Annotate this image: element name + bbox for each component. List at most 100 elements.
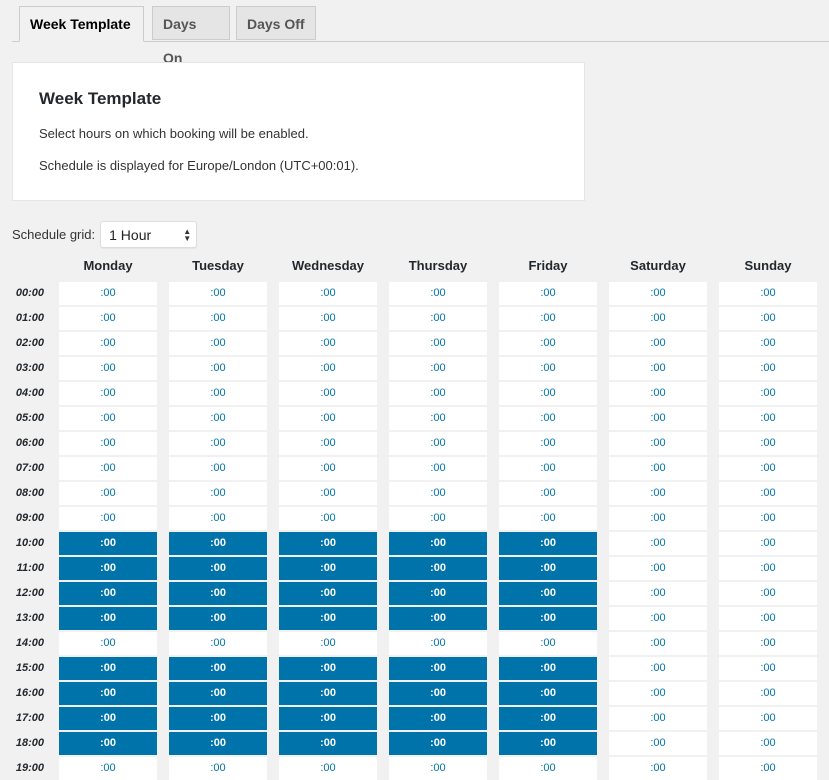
- hour-cell[interactable]: :00: [59, 682, 157, 705]
- hour-cell[interactable]: :00: [719, 482, 817, 505]
- hour-cell[interactable]: :00: [389, 532, 487, 555]
- hour-cell[interactable]: :00: [719, 557, 817, 580]
- tab-days-on[interactable]: Days On: [152, 6, 230, 66]
- hour-cell[interactable]: :00: [499, 632, 597, 655]
- hour-cell[interactable]: :00: [279, 532, 377, 555]
- hour-cell[interactable]: :00: [59, 482, 157, 505]
- hour-cell[interactable]: :00: [279, 657, 377, 680]
- hour-cell[interactable]: :00: [389, 407, 487, 430]
- hour-cell[interactable]: :00: [169, 557, 267, 580]
- hour-cell[interactable]: :00: [169, 657, 267, 680]
- hour-cell[interactable]: :00: [609, 282, 707, 305]
- hour-cell[interactable]: :00: [499, 307, 597, 330]
- hour-cell[interactable]: :00: [279, 632, 377, 655]
- hour-cell[interactable]: :00: [59, 507, 157, 530]
- hour-cell[interactable]: :00: [389, 457, 487, 480]
- hour-cell[interactable]: :00: [499, 757, 597, 780]
- hour-cell[interactable]: :00: [719, 432, 817, 455]
- hour-cell[interactable]: :00: [719, 382, 817, 405]
- hour-cell[interactable]: :00: [499, 482, 597, 505]
- hour-cell[interactable]: :00: [279, 757, 377, 780]
- hour-cell[interactable]: :00: [169, 607, 267, 630]
- hour-cell[interactable]: :00: [169, 282, 267, 305]
- hour-cell[interactable]: :00: [279, 432, 377, 455]
- hour-cell[interactable]: :00: [609, 507, 707, 530]
- hour-cell[interactable]: :00: [499, 382, 597, 405]
- hour-cell[interactable]: :00: [169, 482, 267, 505]
- hour-cell[interactable]: :00: [719, 307, 817, 330]
- hour-cell[interactable]: :00: [279, 607, 377, 630]
- hour-cell[interactable]: :00: [389, 507, 487, 530]
- hour-cell[interactable]: :00: [389, 432, 487, 455]
- hour-cell[interactable]: :00: [499, 532, 597, 555]
- hour-cell[interactable]: :00: [719, 682, 817, 705]
- hour-cell[interactable]: :00: [389, 707, 487, 730]
- hour-cell[interactable]: :00: [59, 457, 157, 480]
- hour-cell[interactable]: :00: [389, 382, 487, 405]
- hour-cell[interactable]: :00: [169, 732, 267, 755]
- hour-cell[interactable]: :00: [169, 357, 267, 380]
- hour-cell[interactable]: :00: [719, 332, 817, 355]
- hour-cell[interactable]: :00: [609, 607, 707, 630]
- hour-cell[interactable]: :00: [279, 357, 377, 380]
- hour-cell[interactable]: :00: [169, 507, 267, 530]
- hour-cell[interactable]: :00: [59, 657, 157, 680]
- hour-cell[interactable]: :00: [279, 682, 377, 705]
- hour-cell[interactable]: :00: [59, 382, 157, 405]
- hour-cell[interactable]: :00: [169, 682, 267, 705]
- hour-cell[interactable]: :00: [499, 682, 597, 705]
- hour-cell[interactable]: :00: [719, 507, 817, 530]
- hour-cell[interactable]: :00: [389, 607, 487, 630]
- hour-cell[interactable]: :00: [389, 482, 487, 505]
- hour-cell[interactable]: :00: [499, 407, 597, 430]
- hour-cell[interactable]: :00: [59, 407, 157, 430]
- hour-cell[interactable]: :00: [389, 332, 487, 355]
- hour-cell[interactable]: :00: [609, 557, 707, 580]
- hour-cell[interactable]: :00: [609, 457, 707, 480]
- hour-cell[interactable]: :00: [499, 432, 597, 455]
- hour-cell[interactable]: :00: [279, 407, 377, 430]
- hour-cell[interactable]: :00: [499, 332, 597, 355]
- hour-cell[interactable]: :00: [389, 732, 487, 755]
- hour-cell[interactable]: :00: [389, 682, 487, 705]
- hour-cell[interactable]: :00: [719, 532, 817, 555]
- hour-cell[interactable]: :00: [389, 557, 487, 580]
- hour-cell[interactable]: :00: [499, 557, 597, 580]
- hour-cell[interactable]: :00: [389, 282, 487, 305]
- hour-cell[interactable]: :00: [609, 407, 707, 430]
- hour-cell[interactable]: :00: [609, 432, 707, 455]
- hour-cell[interactable]: :00: [169, 407, 267, 430]
- hour-cell[interactable]: :00: [279, 482, 377, 505]
- hour-cell[interactable]: :00: [169, 382, 267, 405]
- hour-cell[interactable]: :00: [59, 332, 157, 355]
- hour-cell[interactable]: :00: [719, 457, 817, 480]
- hour-cell[interactable]: :00: [279, 582, 377, 605]
- hour-cell[interactable]: :00: [389, 632, 487, 655]
- hour-cell[interactable]: :00: [499, 707, 597, 730]
- hour-cell[interactable]: :00: [499, 732, 597, 755]
- hour-cell[interactable]: :00: [169, 307, 267, 330]
- hour-cell[interactable]: :00: [389, 307, 487, 330]
- hour-cell[interactable]: :00: [389, 757, 487, 780]
- hour-cell[interactable]: :00: [609, 582, 707, 605]
- hour-cell[interactable]: :00: [609, 757, 707, 780]
- hour-cell[interactable]: :00: [719, 357, 817, 380]
- tab-week-template[interactable]: Week Template: [19, 6, 144, 42]
- hour-cell[interactable]: :00: [59, 357, 157, 380]
- hour-cell[interactable]: :00: [499, 582, 597, 605]
- hour-cell[interactable]: :00: [279, 382, 377, 405]
- hour-cell[interactable]: :00: [609, 382, 707, 405]
- hour-cell[interactable]: :00: [169, 757, 267, 780]
- hour-cell[interactable]: :00: [169, 632, 267, 655]
- hour-cell[interactable]: :00: [499, 457, 597, 480]
- hour-cell[interactable]: :00: [609, 332, 707, 355]
- hour-cell[interactable]: :00: [279, 457, 377, 480]
- hour-cell[interactable]: :00: [279, 507, 377, 530]
- hour-cell[interactable]: :00: [719, 632, 817, 655]
- hour-cell[interactable]: :00: [719, 282, 817, 305]
- hour-cell[interactable]: :00: [609, 682, 707, 705]
- hour-cell[interactable]: :00: [59, 282, 157, 305]
- hour-cell[interactable]: :00: [59, 557, 157, 580]
- hour-cell[interactable]: :00: [59, 707, 157, 730]
- hour-cell[interactable]: :00: [169, 532, 267, 555]
